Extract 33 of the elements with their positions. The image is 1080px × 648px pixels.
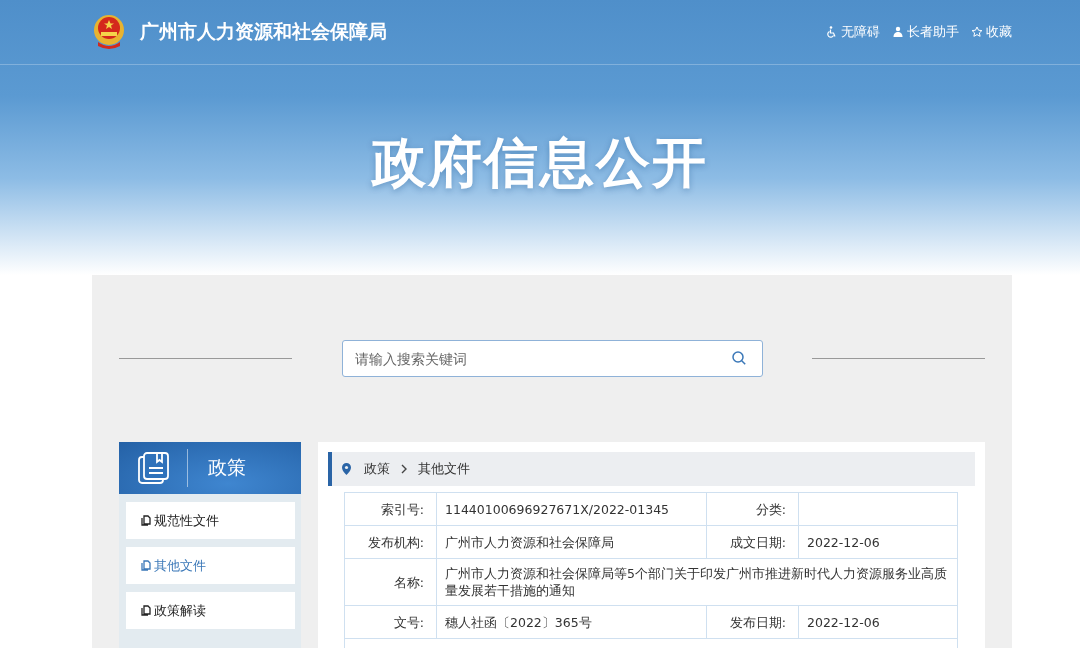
field-label: 文号: [344,605,437,639]
field-label: 名称: [344,558,437,606]
search-field[interactable]: 请输入搜索关键词 [341,340,763,377]
sidebar-item[interactable]: 政策解读 [126,592,295,629]
emblem-icon [92,12,126,52]
banner-title: 政府信息公开 [370,130,709,196]
person-icon [892,26,904,38]
field-value: 2022-12-06 [798,525,958,559]
field-value: 2022-12-06 [798,605,958,639]
sidebar-item[interactable]: 规范性文件 [126,502,295,539]
location-pin-icon [342,463,351,475]
site-title: 广州市人力资源和社会保障局 [140,19,388,44]
field-value: 广州市人力资源和社会保障局等5个部门关于印发广州市推进新时代人力资源服务业高质量发展若干措施的通知 [436,558,958,606]
field-label: 分类: [706,492,799,526]
field-label: 发布日期: [706,605,799,639]
wheelchair-icon [826,26,838,38]
book-icon [137,451,171,485]
field-label: 索引号: [344,492,437,526]
breadcrumb-link[interactable]: 其他文件 [418,460,470,478]
document-icon [141,515,151,526]
star-icon [971,26,983,38]
document-icon [141,605,151,616]
field-value: 穗人社函〔2022〕365号 [436,605,707,639]
search-icon[interactable] [730,350,747,366]
breadcrumb-link[interactable]: 政策 [364,460,390,478]
document-icon [141,560,151,571]
field-label: 成文日期: [706,525,799,559]
chevron-right-icon [400,464,408,474]
field-value: 广州市人力资源和社会保障局 [436,525,707,559]
field-value: 11440100696927671X/2022-01345 [436,492,707,526]
field-label: 发布机构: [344,525,437,559]
sidebar-item[interactable]: 其他文件 [126,547,295,584]
sidebar-title: 政策 [208,455,246,480]
